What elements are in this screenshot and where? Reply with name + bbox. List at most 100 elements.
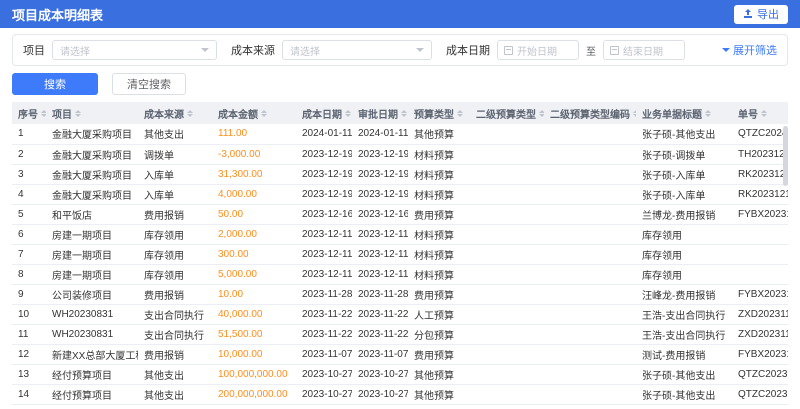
project-filter: 项目 请选择 xyxy=(23,40,217,60)
table-cell xyxy=(470,384,544,405)
sort-icon[interactable] xyxy=(539,107,544,120)
table-row[interactable]: 7 房建一期项目 库存领用 300.00 2023-12-11 2023-12-11 材料预… xyxy=(12,244,788,265)
table-cell: 300.00 xyxy=(212,244,296,265)
table-cell: 金融大厦采购项目 xyxy=(46,144,138,165)
table-cell: 房建一期项目 xyxy=(46,264,138,285)
table-row[interactable]: 3 金融大厦采购项目 入库单 31,300.00 2023-12-19 2023-12-1… xyxy=(12,164,788,185)
project-select-placeholder: 请选择 xyxy=(60,46,90,58)
table-cell: 公司装修项目 xyxy=(46,284,138,305)
table-cell: 2023-12-11 xyxy=(296,244,352,265)
table-cell: 2023-12-11 xyxy=(352,264,408,285)
table-cell: WH20230831 xyxy=(46,304,138,325)
table-row[interactable]: 5 和平饭店 费用报销 50.00 2023-12-16 2023-12-16 费用预算 兰博… xyxy=(12,204,788,225)
table-cell: 2023-12-19 xyxy=(352,164,408,185)
table-row[interactable]: 8 房建一期项目 库存领用 5,000.00 2023-12-11 2023-12-11 材… xyxy=(12,264,788,285)
table-cell: RK20231219002 xyxy=(732,184,788,205)
table-cell: 材料预算 xyxy=(408,164,470,185)
table-row[interactable]: 6 房建一期项目 库存领用 2,000.00 2023-12-11 2023-12-11 材… xyxy=(12,224,788,245)
table-cell: 300,000,000.00 xyxy=(212,404,296,409)
column-header[interactable]: 成本金额 xyxy=(212,102,296,124)
table-cell: 费用报销 xyxy=(138,284,212,305)
table-cell: 2023-11-28 xyxy=(296,284,352,305)
column-header[interactable]: 二级预算类型 xyxy=(470,102,544,124)
table-cell: QTZC20231027002 xyxy=(732,404,788,409)
table-cell xyxy=(544,404,636,409)
column-header[interactable]: 预算类型 xyxy=(408,102,470,124)
column-header[interactable]: 成本日期 xyxy=(296,102,352,124)
table-row[interactable]: 10 WH20230831 支出合同执行 40,000.00 2023-11-22 202… xyxy=(12,304,788,325)
table-cell: 2023-11-22 xyxy=(296,324,352,345)
table-row[interactable]: 13 经付预算项目 其他支出 100,000,000.00 2023-10-27 2023… xyxy=(12,364,788,385)
table-row[interactable]: 14 经付预算项目 其他支出 200,000,000.00 2023-10-27 2023… xyxy=(12,384,788,405)
end-date-input[interactable]: 结束日期 xyxy=(603,40,685,60)
export-button[interactable]: 导出 xyxy=(734,4,788,24)
sort-icon[interactable] xyxy=(41,107,46,120)
table-cell: TH20231219001 xyxy=(732,144,788,165)
clear-search-button[interactable]: 清空搜索 xyxy=(112,73,186,95)
sort-icon[interactable] xyxy=(187,107,193,120)
column-header-label: 单号 xyxy=(738,109,758,121)
table-cell: 张子硕-入库单 xyxy=(636,164,732,185)
table-cell: 2023-12-11 xyxy=(352,224,408,245)
sort-icon[interactable] xyxy=(401,107,407,120)
table-cell: 其他预算 xyxy=(408,404,470,409)
table-cell: 4,000.00 xyxy=(212,184,296,205)
table-cell: 测试-费用报销 xyxy=(636,344,732,365)
sort-icon[interactable] xyxy=(761,107,767,120)
table-row[interactable]: 4 金融大厦采购项目 入库单 4,000.00 2023-12-19 2023-12-19… xyxy=(12,184,788,205)
table-row[interactable]: 15经付预算项目其他支出300,000,000.002023-10-272023… xyxy=(12,404,788,409)
table-cell: 2023-10-27 xyxy=(352,384,408,405)
column-header[interactable]: 成本来源 xyxy=(138,102,212,124)
expand-filter-toggle[interactable]: 展开筛选 xyxy=(722,42,777,58)
sort-icon[interactable] xyxy=(705,107,711,120)
table-row[interactable]: 9 公司装修项目 费用报销 10.00 2023-11-28 2023-11-28 费用预算… xyxy=(12,284,788,305)
table-cell: 2023-12-19 xyxy=(352,144,408,165)
table-cell: 50.00 xyxy=(212,204,296,225)
column-header[interactable]: 审批日期 xyxy=(352,102,408,124)
sort-icon[interactable] xyxy=(633,107,636,120)
column-header[interactable]: 二级预算类型编码 xyxy=(544,102,636,124)
table-cell xyxy=(470,144,544,165)
column-header[interactable]: 序号 xyxy=(12,102,46,124)
search-button[interactable]: 搜索 xyxy=(12,73,98,95)
table-cell: FYBX20231128001 xyxy=(732,284,788,305)
column-header[interactable]: 单号 xyxy=(732,102,788,124)
column-header[interactable]: 业务单据标题 xyxy=(636,102,732,124)
table-cell: QTZC20231027002 xyxy=(732,384,788,405)
table-cell xyxy=(470,124,544,145)
table-cell: 张子硕-其他支出 xyxy=(636,404,732,409)
project-select[interactable]: 请选择 xyxy=(52,40,217,60)
table-row[interactable]: 12新建XX总部大厦工程二期费用报销10,000.002023-11-07202… xyxy=(12,344,788,365)
table-cell: 库存领用 xyxy=(138,244,212,265)
table-row[interactable]: 1 金融大厦采购项目 其他支出 111.00 2024-01-11 2024-01-11 其… xyxy=(12,124,788,145)
table-cell xyxy=(470,364,544,385)
table-row[interactable]: 2 金融大厦采购项目 调拨单 -3,000.00 2023-12-19 2023-12-1… xyxy=(12,144,788,165)
table-cell xyxy=(732,264,788,285)
table-cell: 5,000.00 xyxy=(212,264,296,285)
export-icon xyxy=(744,9,752,18)
table-cell xyxy=(544,284,636,305)
table-cell: 2023-11-28 xyxy=(352,284,408,305)
sort-icon[interactable] xyxy=(75,107,81,120)
table-cell: 材料预算 xyxy=(408,264,470,285)
column-header-label: 预算类型 xyxy=(414,109,454,121)
table-cell: 2023-11-22 xyxy=(352,304,408,325)
vertical-scrollbar[interactable] xyxy=(783,126,788,186)
table-cell: 张子硕-调拨单 xyxy=(636,144,732,165)
table-cell: 12 xyxy=(12,344,46,365)
column-header[interactable]: 项目 xyxy=(46,102,138,124)
chevron-down-icon xyxy=(416,48,424,56)
filter-bar: 项目 请选择 成本来源 请选择 成本日期 开始日期 至 结束日期 展开筛选 xyxy=(12,34,788,66)
table-cell: 100,000,000.00 xyxy=(212,364,296,385)
table-cell: 2023-12-16 xyxy=(296,204,352,225)
table-cell: 2023-12-19 xyxy=(296,164,352,185)
cost-source-select[interactable]: 请选择 xyxy=(282,40,432,60)
sort-icon[interactable] xyxy=(345,107,351,120)
sort-icon[interactable] xyxy=(457,107,463,120)
table-row[interactable]: 11 WH20230831 支出合同执行 51,500.00 2023-11-22 202… xyxy=(12,324,788,345)
table-cell: 材料预算 xyxy=(408,224,470,245)
table-cell: 2,000.00 xyxy=(212,224,296,245)
start-date-input[interactable]: 开始日期 xyxy=(497,40,579,60)
cost-source-filter: 成本来源 请选择 xyxy=(231,40,432,60)
sort-icon[interactable] xyxy=(261,107,267,120)
